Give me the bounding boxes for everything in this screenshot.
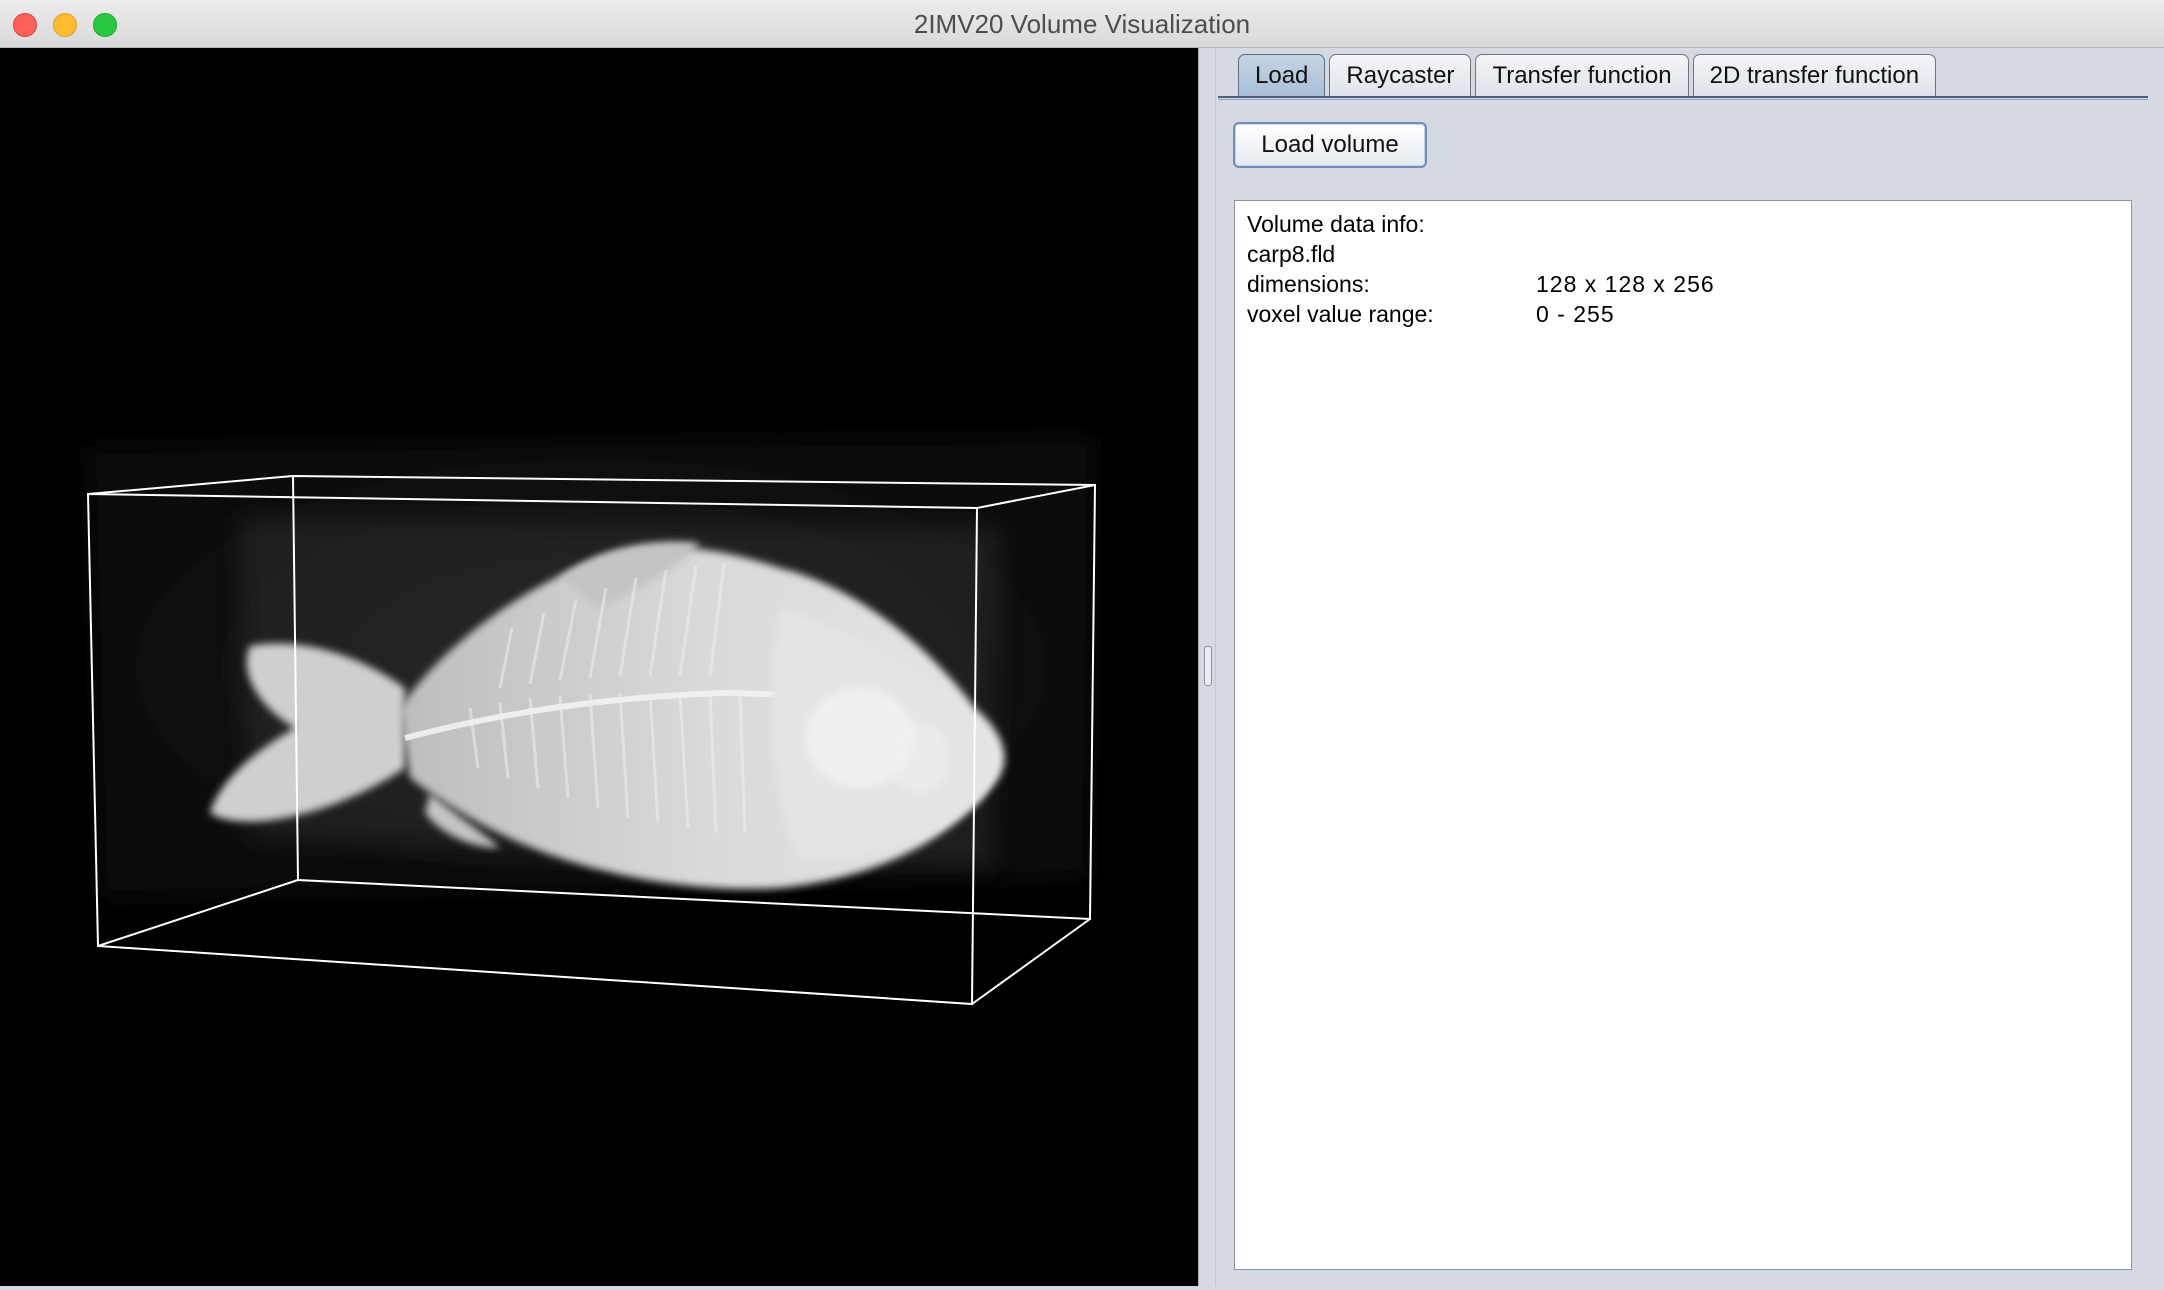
info-dimensions-value: 128 x 128 x 256 — [1536, 271, 1715, 297]
tab-bar: Load Raycaster Transfer function 2D tran… — [1238, 54, 1940, 98]
tab-content-border — [1218, 96, 2148, 100]
info-heading-row: Volume data info: — [1247, 209, 2119, 239]
window-title: 2IMV20 Volume Visualization — [913, 9, 1251, 39]
info-range-label: voxel value range: — [1247, 301, 1434, 327]
tab-load[interactable]: Load — [1238, 54, 1326, 96]
control-panel: Load Raycaster Transfer function 2D tran… — [1216, 48, 2164, 1286]
divider-grip-handle[interactable] — [1204, 646, 1212, 686]
info-filename-row: carp8.fld — [1247, 239, 2119, 269]
info-heading: Volume data info: — [1247, 211, 1425, 237]
info-filename: carp8.fld — [1247, 241, 1336, 267]
info-dimensions-label: dimensions: — [1247, 271, 1370, 297]
split-pane-divider[interactable] — [1198, 48, 1216, 1286]
info-range-value: 0 - 255 — [1536, 301, 1615, 327]
tab-raycaster[interactable]: Raycaster — [1329, 54, 1472, 96]
title-bar[interactable]: 2IMV20 Volume Visualization — [0, 0, 2164, 48]
tab-2d-transfer-function[interactable]: 2D transfer function — [1692, 54, 1937, 96]
load-volume-button[interactable]: Load volume — [1233, 122, 1427, 168]
volume-info-text-area[interactable]: Volume data info: carp8.fld dimensions: … — [1234, 200, 2132, 1270]
volume-render-viewport[interactable] — [0, 48, 1198, 1286]
volume-render-canvas — [86, 436, 1097, 1006]
info-range-row: voxel value range: 0 - 255 — [1247, 299, 2119, 329]
info-dimensions-row: dimensions: 128 x 128 x 256 — [1247, 269, 2119, 299]
tab-transfer-function[interactable]: Transfer function — [1475, 54, 1689, 96]
app-window: 2IMV20 Volume Visualization Load Raycast… — [0, 0, 2164, 1290]
